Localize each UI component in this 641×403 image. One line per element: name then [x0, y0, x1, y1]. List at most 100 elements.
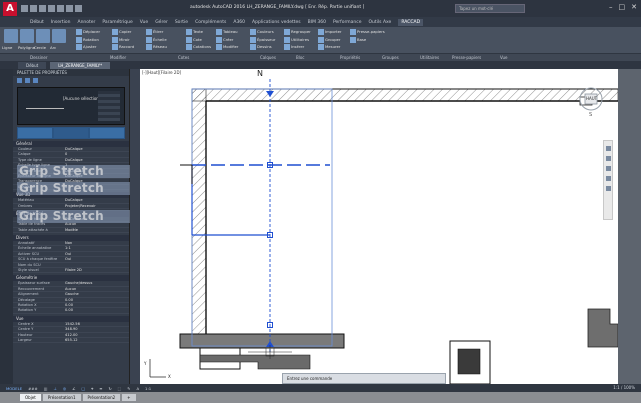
menu-tab[interactable]: Compléments [195, 20, 226, 25]
new-icon[interactable] [21, 5, 28, 12]
search-input[interactable]: Tapez un mot-clé [455, 4, 525, 13]
command-line-input[interactable]: Entrez une commande [282, 373, 446, 384]
menu-tab[interactable]: Sortie [175, 20, 188, 25]
ribbon-tool-button[interactable]: Réseau [146, 44, 167, 50]
property-value[interactable]: Filaire 2D [65, 268, 129, 272]
status-toggle[interactable]: ||| [42, 386, 50, 391]
viewcube-face-label[interactable]: HAUT [586, 96, 597, 101]
ribbon-group-label[interactable]: Bloc [296, 55, 305, 60]
ribbon-tool-button[interactable]: Épaisseur [250, 36, 275, 43]
print-icon[interactable] [57, 5, 64, 12]
property-value[interactable]: Oui [65, 257, 129, 261]
layout-tab[interactable]: + [122, 394, 136, 401]
ribbon-tool-button[interactable]: Grouper [318, 36, 340, 43]
menu-tab[interactable]: Applications vedettes [252, 20, 301, 25]
redo-icon[interactable] [75, 5, 82, 12]
ribbon-tool-button[interactable]: Miroir [112, 36, 130, 43]
palette-tab-settings[interactable] [89, 127, 125, 139]
property-value[interactable]: 1542.56 [65, 322, 129, 326]
steeringwheel-icon[interactable] [605, 146, 611, 151]
property-value[interactable]: 655.12 [65, 338, 129, 342]
ribbon-tool-label[interactable]: Arc [50, 45, 56, 50]
property-value[interactable]: DuCalque [65, 147, 129, 151]
tab-start[interactable]: Début [18, 61, 47, 69]
status-toggle[interactable]: A [134, 386, 141, 391]
menu-tab[interactable]: A360 [233, 20, 245, 25]
property-value[interactable]: 0 [65, 152, 129, 156]
ribbon-tool-button[interactable]: Cotations [186, 44, 211, 50]
preview-grid[interactable] [98, 91, 120, 121]
property-value[interactable]: 412.00 [65, 333, 129, 337]
property-row[interactable]: Table attachée à Modèle [13, 228, 129, 234]
minimize-button[interactable]: – [609, 3, 613, 11]
ribbon-tool-button[interactable]: Tableau [216, 29, 238, 35]
property-value[interactable]: Gauche/dessus [65, 281, 129, 285]
property-row[interactable]: Largeur 655.12 [13, 338, 129, 344]
ribbon-tool-button[interactable]: Raccord [112, 44, 134, 50]
palette-tab-3d[interactable] [53, 127, 89, 139]
menu-tab[interactable]: Gérer [155, 20, 168, 25]
menu-tab[interactable]: Paramétrique [102, 20, 132, 25]
ribbon-tool-button[interactable]: Regrouper [284, 29, 311, 35]
ribbon-tool-button[interactable]: Cote [186, 36, 202, 43]
menu-tab[interactable]: Performance [333, 20, 362, 25]
status-toggle[interactable]: ∠ [70, 386, 77, 391]
ribbon-group-label[interactable]: Presse-papiers [452, 55, 481, 60]
menu-tab[interactable]: Début [30, 20, 44, 25]
status-toggle[interactable]: ⌖ [89, 386, 95, 391]
save-icon[interactable] [39, 5, 46, 12]
ribbon-group-label[interactable]: Utilitaires [420, 55, 439, 60]
menu-tab[interactable]: Insertion [51, 20, 71, 25]
property-value[interactable]: 0.00 [65, 303, 129, 307]
property-value[interactable]: 0.00 [65, 308, 129, 312]
viewcube[interactable]: HAUT S [578, 86, 604, 118]
ribbon-tool-button[interactable]: Créer [216, 36, 233, 43]
status-toggle[interactable]: ≡ [97, 386, 104, 391]
ribbon-group-label[interactable]: Cotes [178, 55, 189, 60]
property-value[interactable]: 0.00 [65, 298, 129, 302]
status-toggle[interactable]: □ [80, 386, 88, 391]
menu-tab[interactable]: Vue [140, 20, 148, 25]
palette-tab-list[interactable] [17, 127, 53, 139]
ribbon-tool-button[interactable]: Copier [112, 29, 131, 35]
drawing-area[interactable]: [-][Haut][Filaire 2D] N Y X [140, 69, 618, 384]
ribbon-tool-button[interactable]: Couleurs [250, 29, 274, 35]
property-value[interactable]: DuCalque [65, 158, 129, 162]
property-value[interactable]: Aucun [65, 287, 129, 291]
status-toggle[interactable]: MODELE [4, 386, 24, 391]
property-row[interactable]: Rotation Y 0.00 [13, 308, 129, 314]
ribbon-group-label[interactable]: Groupes [382, 55, 399, 60]
toggle-pickadd-icon[interactable] [33, 78, 38, 83]
saveas-icon[interactable] [48, 5, 55, 12]
ribbon-tool-button[interactable]: Presse-papiers [350, 29, 385, 35]
select-objects-icon[interactable] [17, 78, 22, 83]
layout-tab[interactable]: Présentation2 [82, 394, 121, 401]
quick-select-icon[interactable] [25, 78, 30, 83]
tab-drawing[interactable]: LH_ZERANGE_FAMILY* [50, 61, 111, 69]
ribbon-tool-button[interactable]: Insérer [284, 44, 304, 50]
status-toggle[interactable]: ◎ [61, 386, 68, 391]
ribbon-large-tool-icon[interactable] [4, 29, 18, 43]
showmotion-icon[interactable] [605, 186, 611, 191]
layout-tab[interactable]: Objet [20, 394, 41, 401]
ribbon-tool-label[interactable]: Polyligne [18, 45, 35, 50]
property-value[interactable]: Gauche [65, 292, 129, 296]
menu-tab[interactable]: BIM 360 [308, 20, 326, 25]
ribbon-tool-button[interactable]: Étirer [146, 29, 163, 35]
palette-side-toolbar[interactable] [130, 69, 140, 396]
status-toggle[interactable]: ↻ [106, 386, 113, 391]
undo-icon[interactable] [66, 5, 73, 12]
ribbon-group-label[interactable]: Propriétés [340, 55, 360, 60]
ribbon-tool-button[interactable]: Échelle [146, 36, 167, 43]
ribbon-large-tool-icon[interactable] [52, 29, 66, 43]
ribbon-tool-button[interactable]: Mesurer [318, 44, 340, 50]
app-logo[interactable]: A [3, 1, 17, 16]
menu-tab[interactable]: Outils Axe [369, 20, 392, 25]
open-icon[interactable] [30, 5, 37, 12]
status-toggle[interactable]: ### [26, 386, 40, 391]
property-value[interactable] [65, 263, 129, 267]
ribbon-large-tool-icon[interactable] [20, 29, 34, 43]
ribbon-group-label[interactable]: Calques [260, 55, 276, 60]
ribbon-tool-label[interactable]: Cercle [34, 45, 46, 50]
status-toggle[interactable]: ⬚ [116, 386, 124, 391]
